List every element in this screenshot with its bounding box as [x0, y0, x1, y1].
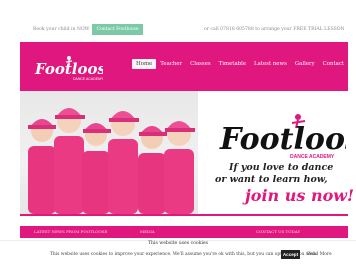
- call-text: or call 07818 605788 to arrange your FRE…: [204, 27, 345, 32]
- accept-cookies-button[interactable]: Accept: [281, 250, 300, 259]
- svg-text:Footloose: Footloose: [219, 122, 346, 157]
- svg-text:DANCE ACADEMY: DANCE ACADEMY: [73, 77, 103, 81]
- nav-teacher[interactable]: Teacher: [156, 59, 186, 69]
- footer-col-media: MEDIA: [140, 229, 155, 234]
- hero-join-us-now: join us now!: [245, 186, 355, 205]
- svg-text:DANCE ACADEMY: DANCE ACADEMY: [290, 154, 335, 160]
- svg-text:Footloose: Footloose: [34, 60, 103, 78]
- nav-contact[interactable]: Contact: [319, 59, 348, 69]
- footer-col-contact: CONTACT US TODAY: [256, 229, 301, 234]
- hero-footloose-logo: Footloose DANCE ACADEMY: [216, 111, 356, 161]
- contact-footloose-button[interactable]: Contact Footloose: [92, 24, 143, 35]
- book-now-text: Book your child in NOW: [33, 27, 90, 32]
- main-nav: Home Teacher Classes Timetable Latest ne…: [132, 59, 348, 69]
- nav-gallery[interactable]: Gallery: [291, 59, 319, 69]
- nav-latest-news[interactable]: Latest news: [250, 59, 291, 69]
- hero-tagline-line2: or want to learn how,: [215, 174, 328, 185]
- nav-home[interactable]: Home: [132, 59, 157, 69]
- read-more-link[interactable]: Read More: [307, 252, 332, 257]
- hero-tagline-line1: If you love to dance: [229, 162, 334, 173]
- nav-timetable[interactable]: Timetable: [215, 59, 250, 69]
- cookie-title: This website uses cookies: [147, 241, 209, 246]
- cookie-message: This website uses cookies to improve you…: [50, 252, 318, 257]
- footer-col-latest-news: LATEST NEWS FROM FOOTLOOSE: [34, 229, 108, 234]
- divider: [20, 214, 348, 216]
- hero-kids-photo: [20, 91, 198, 214]
- nav-classes[interactable]: Classes: [186, 59, 215, 69]
- footloose-logo[interactable]: Footloose DANCE ACADEMY: [33, 52, 115, 82]
